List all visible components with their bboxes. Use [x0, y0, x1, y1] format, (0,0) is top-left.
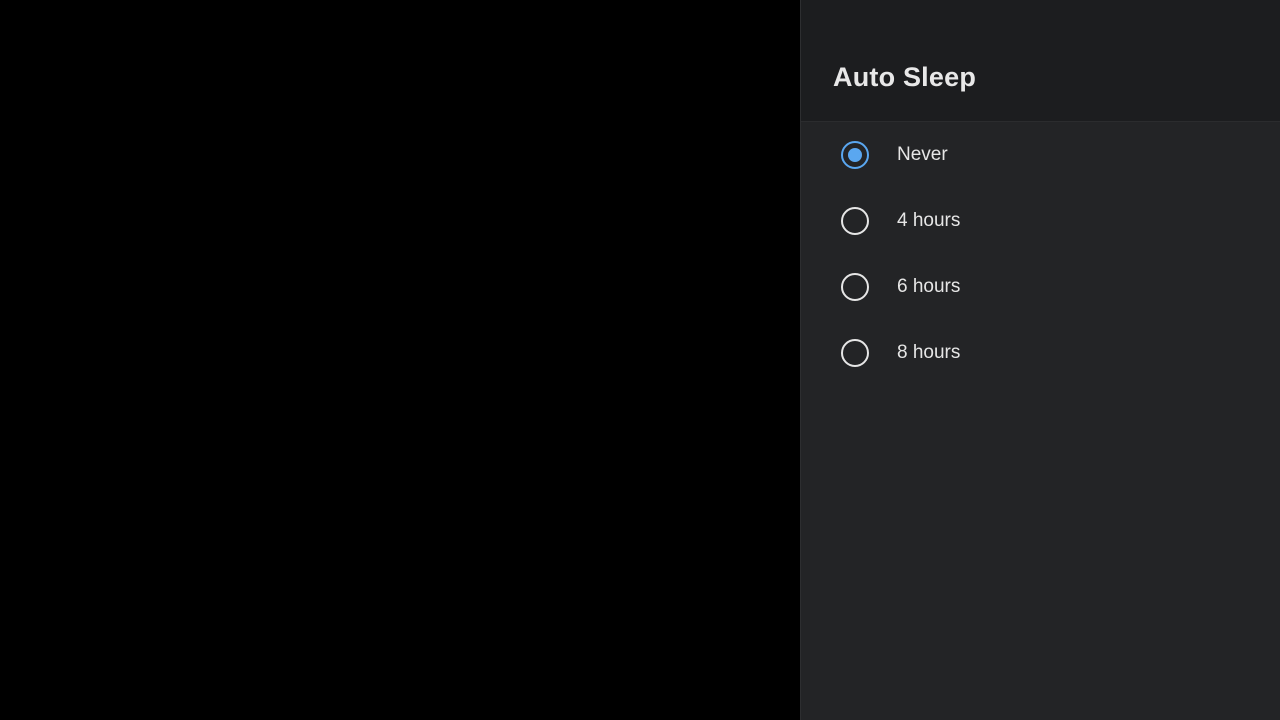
option-6-hours[interactable]: 6 hours: [801, 254, 1280, 320]
dimmed-background: [0, 0, 800, 720]
auto-sleep-options: Never 4 hours 6 hours 8 hours: [801, 122, 1280, 386]
panel-header: Auto Sleep: [801, 0, 1280, 122]
option-8-hours[interactable]: 8 hours: [801, 320, 1280, 386]
option-never[interactable]: Never: [801, 122, 1280, 188]
auto-sleep-panel: Auto Sleep Never 4 hours 6 hours 8 hours: [800, 0, 1280, 720]
option-4-hours[interactable]: 4 hours: [801, 188, 1280, 254]
radio-unchecked-icon[interactable]: [841, 339, 869, 367]
option-label: Never: [897, 144, 948, 165]
radio-checked-icon[interactable]: [841, 141, 869, 169]
radio-unchecked-icon[interactable]: [841, 207, 869, 235]
panel-title: Auto Sleep: [833, 62, 977, 92]
option-label: 4 hours: [897, 210, 961, 231]
screen: Auto Sleep Never 4 hours 6 hours 8 hours: [0, 0, 1280, 720]
option-label: 8 hours: [897, 342, 961, 363]
radio-unchecked-icon[interactable]: [841, 273, 869, 301]
option-label: 6 hours: [897, 276, 961, 297]
